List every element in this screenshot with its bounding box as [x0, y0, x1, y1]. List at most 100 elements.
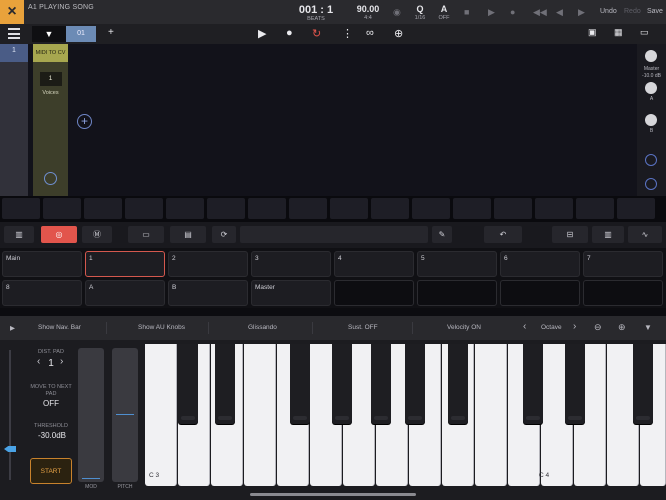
menu-icon[interactable]: [8, 28, 20, 39]
play-icon[interactable]: ▶: [488, 7, 495, 18]
add-sequence-button[interactable]: +: [108, 27, 114, 38]
metronome-icon[interactable]: ◉: [393, 7, 401, 18]
black-key[interactable]: [405, 344, 425, 424]
prev-icon[interactable]: ◀: [556, 7, 563, 18]
pad[interactable]: 1: [85, 251, 165, 277]
black-key[interactable]: [448, 344, 468, 424]
more-icon[interactable]: ⋮: [342, 27, 353, 40]
pad[interactable]: 6: [500, 251, 580, 277]
frame-icon[interactable]: ▭: [128, 226, 164, 243]
threshold-slider[interactable]: [4, 350, 16, 480]
velocity-toggle[interactable]: Velocity ON: [447, 324, 481, 331]
stop-icon[interactable]: ■: [464, 7, 469, 17]
pad[interactable]: [500, 280, 580, 306]
move-next-pad-value[interactable]: OFF: [30, 399, 72, 408]
chevron-right-icon[interactable]: ›: [60, 356, 63, 367]
add-plugin-button[interactable]: +: [77, 114, 92, 129]
pad[interactable]: 2: [168, 251, 248, 277]
pitch-wheel[interactable]: [112, 348, 138, 482]
black-key[interactable]: [633, 344, 653, 424]
black-key[interactable]: [371, 344, 391, 424]
play-icon[interactable]: ▶: [258, 27, 266, 40]
send-a-knob[interactable]: [645, 82, 657, 94]
pad[interactable]: 8: [2, 280, 82, 306]
black-key[interactable]: [523, 344, 543, 424]
midi-mode-icon[interactable]: Ⓜ: [82, 226, 112, 243]
plugin-slot[interactable]: MIDI TO CV 1 Voices: [33, 44, 68, 196]
routing-icon[interactable]: ⊟: [552, 226, 588, 243]
pad[interactable]: 5: [417, 251, 497, 277]
mod-wheel[interactable]: [78, 348, 104, 482]
chevron-down-icon[interactable]: ▼: [644, 323, 652, 332]
black-key[interactable]: [290, 344, 310, 424]
split-view-icon[interactable]: ▤: [170, 226, 206, 243]
clip-slot[interactable]: [617, 198, 655, 219]
pad[interactable]: Main: [2, 251, 82, 277]
pad[interactable]: [417, 280, 497, 306]
expand-icon[interactable]: ▶: [10, 324, 15, 332]
sequence-tab-01[interactable]: 01: [66, 26, 96, 42]
next-icon[interactable]: ▶: [578, 7, 585, 18]
slider-handle[interactable]: [4, 446, 16, 452]
pad[interactable]: [334, 280, 414, 306]
pad[interactable]: 3: [251, 251, 331, 277]
pad[interactable]: [583, 280, 663, 306]
position-display[interactable]: 001 : 1 BEATS: [296, 5, 336, 23]
refresh-icon[interactable]: ⟳: [212, 226, 236, 243]
show-nav-bar-toggle[interactable]: Show Nav. Bar: [38, 324, 81, 331]
waveform-icon[interactable]: [645, 178, 657, 190]
pads-mode-icon[interactable]: ◎: [41, 226, 77, 243]
mute-icon[interactable]: [645, 154, 657, 166]
octave-up-icon[interactable]: ›: [573, 321, 576, 332]
clip-slot[interactable]: [371, 198, 409, 219]
undo-button[interactable]: Undo: [600, 8, 617, 15]
octave-down-icon[interactable]: ‹: [523, 321, 526, 332]
clip-slot[interactable]: [166, 198, 204, 219]
grid-view-icon[interactable]: ▦: [614, 27, 623, 38]
clip-slot[interactable]: [2, 198, 40, 219]
clip-slot[interactable]: [576, 198, 614, 219]
white-key[interactable]: [244, 344, 276, 486]
save-button[interactable]: Save: [647, 8, 663, 15]
clip-slot[interactable]: [412, 198, 450, 219]
zoom-out-icon[interactable]: ⊖: [594, 322, 602, 333]
send-b-knob[interactable]: [645, 114, 657, 126]
clip-slot[interactable]: [494, 198, 532, 219]
edit-icon[interactable]: ✎: [432, 226, 452, 243]
black-key[interactable]: [178, 344, 198, 424]
pad[interactable]: 4: [334, 251, 414, 277]
quantize-display[interactable]: Q 1/16: [410, 4, 430, 22]
keyboard-mode-icon[interactable]: ▥: [4, 226, 34, 243]
rewind-icon[interactable]: ◀◀: [533, 7, 547, 18]
name-field[interactable]: [240, 226, 428, 243]
view-single-icon[interactable]: ▣: [588, 27, 597, 38]
undo-icon[interactable]: ↶: [484, 226, 522, 243]
clip-slot[interactable]: [207, 198, 245, 219]
pad[interactable]: A: [85, 280, 165, 306]
black-key[interactable]: [565, 344, 585, 424]
clip-slot[interactable]: [125, 198, 163, 219]
clip-slot[interactable]: [330, 198, 368, 219]
record-icon[interactable]: ●: [510, 7, 515, 17]
bars-icon[interactable]: ▥: [592, 226, 624, 243]
curve-icon[interactable]: ∿: [628, 226, 662, 243]
close-button[interactable]: ×: [0, 0, 24, 24]
pad[interactable]: 7: [583, 251, 663, 277]
track-header[interactable]: 1: [0, 44, 28, 196]
white-key[interactable]: [145, 344, 177, 486]
tempo-display[interactable]: 90.00 4:4: [350, 4, 386, 22]
loop-icon[interactable]: ↻: [312, 27, 321, 40]
sync-icon[interactable]: ⊕: [394, 27, 403, 40]
clip-slot[interactable]: [84, 198, 122, 219]
clip-slot[interactable]: [248, 198, 286, 219]
voices-field[interactable]: 1: [39, 72, 62, 86]
link-icon[interactable]: ∞: [366, 27, 374, 39]
record-dot-icon[interactable]: ●: [286, 27, 293, 39]
threshold-value[interactable]: -30.0dB: [28, 431, 76, 440]
start-button[interactable]: START: [30, 458, 72, 484]
clip-slot[interactable]: [453, 198, 491, 219]
clip-slot[interactable]: [535, 198, 573, 219]
zoom-in-icon[interactable]: ⊕: [618, 322, 626, 333]
glissando-toggle[interactable]: Glissando: [248, 324, 277, 331]
sequence-selector[interactable]: ▼: [32, 26, 66, 42]
